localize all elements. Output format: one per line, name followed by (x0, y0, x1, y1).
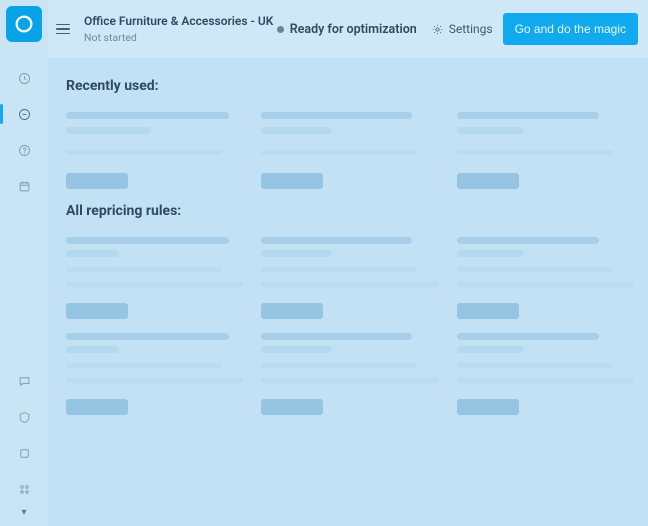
skeleton-chip (66, 303, 128, 319)
grid-icon[interactable] (12, 477, 36, 501)
skeleton-line (261, 237, 412, 244)
primary-cta-button[interactable]: Go and do the magic (503, 13, 638, 45)
skeleton-chip (261, 173, 323, 189)
skeleton-line (66, 333, 229, 340)
page-title: Office Furniture & Accessories - UK (84, 14, 273, 29)
skeleton-line (261, 363, 417, 368)
menu-icon[interactable] (56, 19, 76, 39)
skeleton-line (457, 267, 613, 272)
skeleton-line (457, 150, 613, 155)
page-header: Office Furniture & Accessories - UK Not … (48, 0, 648, 58)
gear-icon (431, 23, 444, 36)
skeleton-chip (66, 173, 128, 189)
skeleton-line (261, 378, 438, 383)
shield-icon[interactable] (12, 405, 36, 429)
app-logo[interactable] (6, 6, 42, 42)
help-icon[interactable] (12, 138, 36, 162)
rules-icon[interactable] (12, 102, 36, 126)
skeleton-line (261, 282, 438, 287)
skeleton-chip (457, 399, 519, 415)
skeleton-line (261, 267, 417, 272)
section-title-recent: Recently used: (66, 78, 634, 94)
skeleton-chip (261, 399, 323, 415)
skeleton-line (457, 378, 634, 383)
skeleton-card (457, 112, 634, 189)
skeleton-card (66, 237, 243, 319)
all-cards-row-2 (66, 333, 634, 415)
side-rail: ▾ (0, 0, 48, 526)
skeleton-card (261, 333, 438, 415)
skeleton-card (261, 237, 438, 319)
header-titles: Office Furniture & Accessories - UK Not … (84, 14, 273, 44)
skeleton-line (457, 237, 599, 244)
settings-label: Settings (449, 22, 493, 36)
skeleton-line (261, 250, 332, 257)
status-label: Ready for optimization (290, 22, 417, 37)
skeleton-line (66, 363, 222, 368)
skeleton-line (457, 346, 524, 353)
skeleton-line (457, 112, 599, 119)
skeleton-chip (261, 303, 323, 319)
skeleton-line (261, 127, 332, 134)
settings-button[interactable]: Settings (431, 22, 493, 36)
skeleton-card (66, 333, 243, 415)
all-cards-row-1 (66, 237, 634, 319)
main-content: Recently used: All repricing rules: (48, 58, 648, 526)
collapse-caret-icon[interactable]: ▾ (21, 507, 26, 518)
skeleton-card (457, 237, 634, 319)
skeleton-line (66, 250, 119, 257)
skeleton-chip (66, 399, 128, 415)
skeleton-line (457, 250, 524, 257)
skeleton-line (66, 282, 243, 287)
skeleton-line (66, 127, 151, 134)
skeleton-line (457, 333, 599, 340)
chat-icon[interactable] (12, 369, 36, 393)
page-status-text: Not started (84, 31, 273, 44)
skeleton-card (261, 112, 438, 189)
skeleton-line (66, 150, 222, 155)
recent-cards (66, 112, 634, 189)
section-title-all: All repricing rules: (66, 203, 634, 219)
skeleton-line (66, 378, 243, 383)
skeleton-line (457, 127, 524, 134)
skeleton-line (66, 346, 119, 353)
skeleton-line (457, 363, 613, 368)
skeleton-line (66, 237, 229, 244)
clock-icon[interactable] (12, 66, 36, 90)
skeleton-line (66, 112, 229, 119)
box-icon[interactable] (12, 441, 36, 465)
skeleton-line (261, 333, 412, 340)
skeleton-line (261, 346, 332, 353)
skeleton-card (66, 112, 243, 189)
calendar-icon[interactable] (12, 174, 36, 198)
skeleton-card (457, 333, 634, 415)
skeleton-line (66, 267, 222, 272)
optimization-status: Ready for optimization (277, 22, 417, 37)
skeleton-line (261, 112, 412, 119)
skeleton-line (457, 282, 634, 287)
status-dot-icon (277, 26, 284, 33)
skeleton-chip (457, 173, 519, 189)
skeleton-line (261, 150, 417, 155)
skeleton-chip (457, 303, 519, 319)
